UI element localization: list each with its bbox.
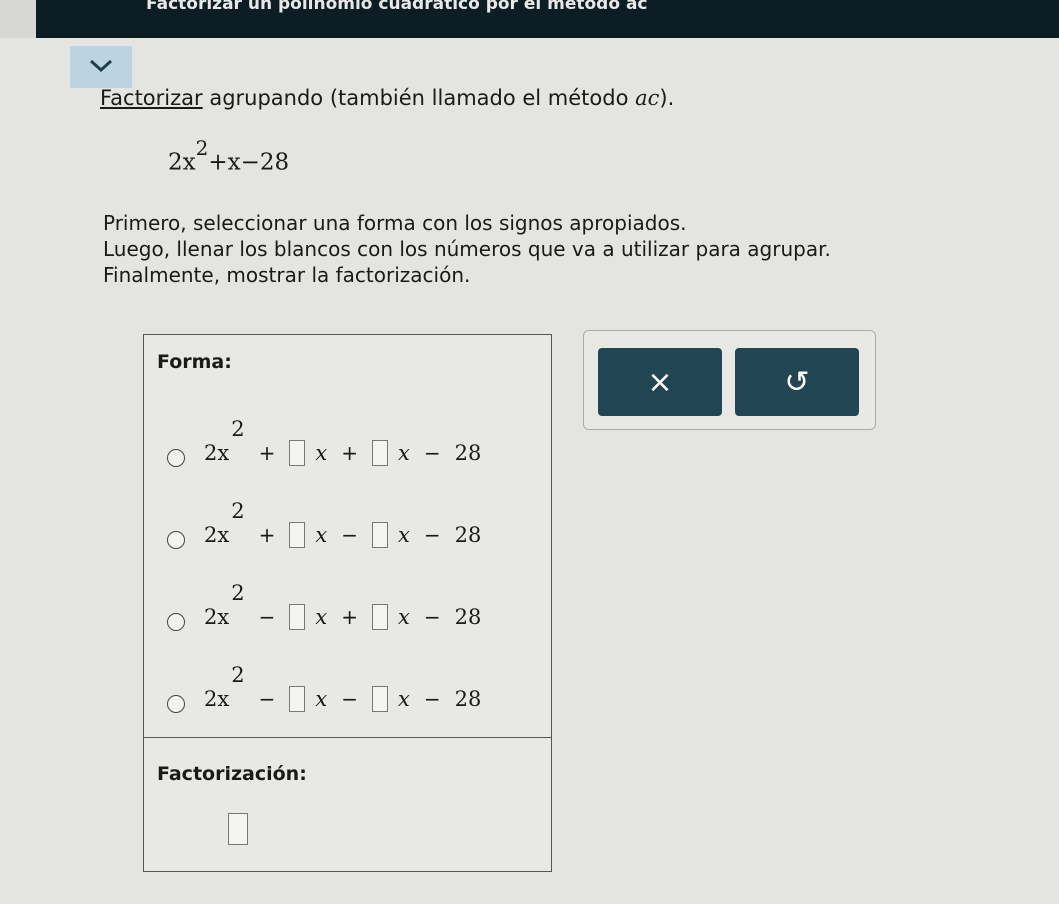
operator-1: + — [258, 523, 276, 547]
operator-2: − — [341, 523, 358, 547]
operator-1: − — [258, 605, 276, 629]
chevron-down-icon — [89, 59, 113, 73]
lead-term: 2x — [204, 605, 230, 629]
constant: 28 — [454, 687, 482, 711]
radio-option-3[interactable] — [167, 613, 185, 631]
blank-input-1[interactable] — [289, 604, 306, 630]
blank-input-2[interactable] — [371, 440, 388, 466]
factorizacion-label: Factorización: — [157, 763, 307, 785]
section-divider — [144, 737, 551, 738]
lead-term: 2x — [204, 441, 230, 465]
variable-2: x — [397, 605, 410, 629]
form-expression-1: 2x 2 + x + x − 28 — [204, 417, 482, 483]
lead-term: 2x — [204, 687, 230, 711]
header-accent — [0, 0, 36, 38]
clear-button[interactable]: × — [598, 348, 722, 416]
radio-option-2[interactable] — [167, 531, 185, 549]
blank-input-2[interactable] — [371, 522, 388, 548]
blank-input-1[interactable] — [289, 440, 306, 466]
poly-lead: 2x — [168, 149, 196, 176]
operator-2: − — [341, 687, 358, 711]
lead-term: 2x — [204, 523, 230, 547]
instructions: Primero, seleccionar una forma con los s… — [103, 210, 831, 288]
instruction-line-3: Finalmente, mostrar la factorización. — [103, 263, 471, 287]
factorization-input[interactable] — [228, 813, 248, 845]
polynomial: 2x2+x−28 — [168, 136, 290, 176]
instruction-line-2: Luego, llenar los blancos con los número… — [103, 237, 831, 261]
blank-input-1[interactable] — [289, 686, 306, 712]
operator-1: − — [258, 687, 276, 711]
variable-2: x — [397, 687, 410, 711]
poly-rest: +x−28 — [208, 149, 290, 176]
instruction-line-1: Primero, seleccionar una forma con los s… — [103, 211, 687, 235]
tool-panel: × ↺ — [583, 330, 876, 430]
top-header: Factorizar un polinomio cuadrático por e… — [0, 0, 1059, 38]
variable-2: x — [397, 441, 410, 465]
blank-input-2[interactable] — [371, 686, 388, 712]
form-option-4[interactable]: 2x 2 − x − x − 28 — [144, 651, 551, 721]
form-option-2[interactable]: 2x 2 + x − x − 28 — [144, 487, 551, 557]
answer-panel: Forma: 2x 2 + x + x − 28 2x 2 + x − x − 28… — [143, 334, 552, 872]
forma-label: Forma: — [157, 351, 232, 373]
form-option-1[interactable]: 2x 2 + x + x − 28 — [144, 405, 551, 475]
operator-2: + — [341, 605, 358, 629]
constant: 28 — [454, 605, 482, 629]
collapse-button[interactable] — [70, 46, 132, 88]
constant: 28 — [454, 523, 482, 547]
undo-button[interactable]: ↺ — [735, 348, 859, 416]
poly-exponent: 2 — [195, 136, 209, 160]
operator-2: + — [341, 441, 358, 465]
operator-3: − — [423, 523, 441, 547]
operator-3: − — [423, 687, 441, 711]
variable-1: x — [315, 441, 328, 465]
operator-1: + — [258, 441, 276, 465]
exponent: 2 — [231, 663, 245, 687]
form-option-3[interactable]: 2x 2 − x + x − 28 — [144, 569, 551, 639]
intro-ac: ac — [635, 86, 660, 110]
blank-input-1[interactable] — [289, 522, 306, 548]
exponent: 2 — [231, 499, 245, 523]
intro-text: Factorizar agrupando (también llamado el… — [100, 86, 674, 110]
form-expression-3: 2x 2 − x + x − 28 — [204, 581, 482, 647]
operator-3: − — [423, 441, 441, 465]
form-expression-4: 2x 2 − x − x − 28 — [204, 663, 482, 729]
intro-end: ). — [659, 86, 675, 110]
radio-option-1[interactable] — [167, 449, 185, 467]
radio-option-4[interactable] — [167, 695, 185, 713]
variable-2: x — [397, 523, 410, 547]
constant: 28 — [454, 441, 482, 465]
page-title: Factorizar un polinomio cuadrático por e… — [146, 0, 648, 14]
operator-3: − — [423, 605, 441, 629]
form-expression-2: 2x 2 + x − x − 28 — [204, 499, 482, 565]
factorizar-link[interactable]: Factorizar — [100, 86, 203, 110]
exponent: 2 — [231, 581, 245, 605]
intro-body: agrupando (también llamado el método — [202, 86, 636, 110]
variable-1: x — [315, 605, 328, 629]
close-icon: × — [647, 364, 673, 400]
exponent: 2 — [231, 417, 245, 441]
variable-1: x — [315, 523, 328, 547]
variable-1: x — [315, 687, 328, 711]
undo-icon: ↺ — [784, 364, 810, 400]
blank-input-2[interactable] — [371, 604, 388, 630]
